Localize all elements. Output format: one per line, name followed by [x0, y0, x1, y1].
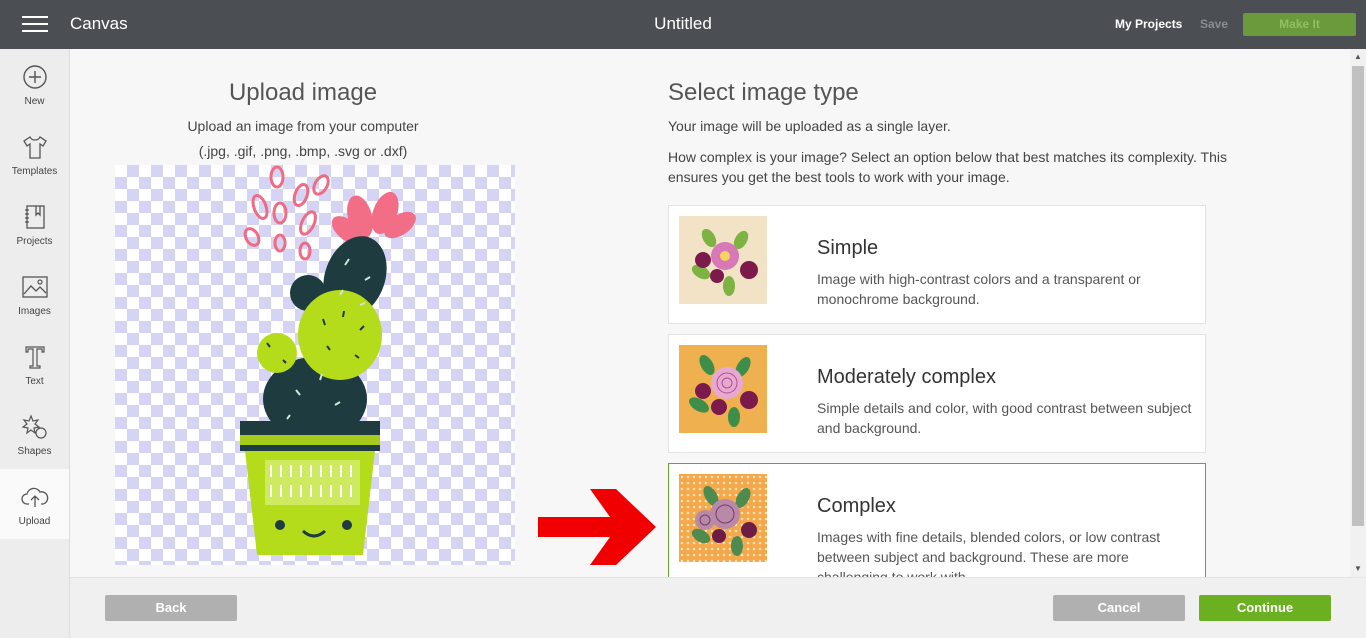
scroll-down-arrow-icon[interactable]: ▼ [1350, 561, 1366, 577]
back-button[interactable]: Back [105, 595, 237, 621]
tshirt-icon [20, 132, 50, 162]
type-name: Moderately complex [817, 366, 996, 388]
type-card-complex[interactable]: Complex Images with fine details, blende… [668, 463, 1206, 577]
red-arrow-annotation [538, 489, 656, 565]
footer-bar: Back Cancel Continue [70, 577, 1366, 638]
select-type-description: How complex is your image? Select an opt… [668, 149, 1227, 185]
main-content: Upload image Upload an image from your c… [70, 49, 1350, 577]
top-bar: Canvas Untitled My Projects Save Make It [0, 0, 1366, 49]
upload-formats: (.jpg, .gif, .png, .bmp, .svg or .dxf) [198, 143, 408, 159]
type-description: Simple details and color, with good cont… [817, 400, 1192, 436]
vertical-scrollbar[interactable]: ▲ ▼ [1350, 49, 1366, 577]
sidebar-item-label: Images [18, 305, 51, 317]
sidebar-item-label: Upload [18, 515, 51, 527]
type-name: Complex [817, 495, 896, 517]
complex-thumbnail [679, 474, 767, 562]
sidebar-item-label: Text [25, 375, 44, 387]
moderately-complex-thumbnail [679, 345, 767, 433]
sidebar-item-images[interactable]: Images [0, 259, 69, 329]
sidebar-item-label: New [24, 95, 45, 107]
uploaded-image-preview [115, 165, 515, 565]
cactus-image [240, 165, 416, 555]
sidebar-item-templates[interactable]: Templates [0, 119, 69, 189]
hamburger-menu-icon[interactable] [18, 14, 52, 36]
text-t-icon [20, 342, 50, 372]
type-name: Simple [817, 237, 879, 259]
sidebar-item-upload[interactable]: Upload [0, 469, 69, 539]
select-type-info: Your image will be uploaded as a single … [668, 118, 951, 134]
continue-button[interactable]: Continue [1199, 595, 1331, 621]
save-button[interactable]: Save [1200, 17, 1228, 31]
scroll-thumb[interactable] [1352, 66, 1364, 526]
sidebar-item-label: Templates [11, 165, 58, 177]
upload-subtitle: Upload an image from your computer [187, 118, 419, 134]
sidebar-item-label: Projects [16, 235, 53, 247]
sidebar-item-shapes[interactable]: Shapes [0, 399, 69, 469]
notebook-icon [20, 202, 50, 232]
plus-circle-icon [20, 62, 50, 92]
sidebar-item-new[interactable]: New [0, 49, 69, 119]
app-title: Canvas [70, 14, 128, 33]
cloud-upload-icon [20, 482, 50, 512]
left-sidebar: New Templates Projects Images Text Shape… [0, 49, 70, 638]
upload-title: Upload image [228, 79, 378, 106]
image-icon [20, 272, 50, 302]
sidebar-item-projects[interactable]: Projects [0, 189, 69, 259]
type-card-simple[interactable]: Simple Image with high-contrast colors a… [668, 205, 1206, 324]
sidebar-item-label: Shapes [17, 445, 52, 457]
cancel-button[interactable]: Cancel [1053, 595, 1185, 621]
make-it-button[interactable]: Make It [1243, 13, 1356, 36]
type-card-moderately-complex[interactable]: Moderately complex Simple details and co… [668, 334, 1206, 453]
my-projects-link[interactable]: My Projects [1115, 17, 1182, 31]
select-type-title: Select image type [668, 79, 859, 106]
shapes-icon [20, 412, 50, 442]
type-description: Image with high-contrast colors and a tr… [817, 271, 1141, 307]
simple-thumbnail [679, 216, 767, 304]
sidebar-item-text[interactable]: Text [0, 329, 69, 399]
scroll-up-arrow-icon[interactable]: ▲ [1350, 49, 1366, 65]
type-description: Images with fine details, blended colors… [817, 529, 1161, 577]
